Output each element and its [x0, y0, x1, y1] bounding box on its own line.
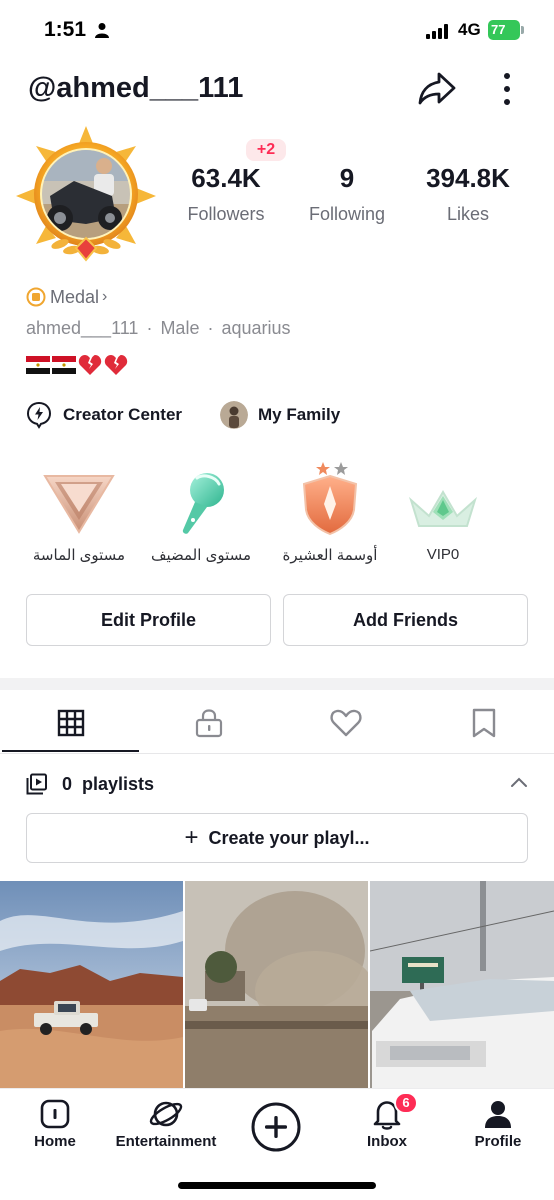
section-divider — [0, 678, 554, 690]
status-bar: 1:51 4G 77 — [0, 0, 554, 60]
profile-info: ahmed___111 · Male · aquarius — [26, 318, 291, 338]
followers-label: Followers — [187, 204, 265, 224]
more-options-icon[interactable] — [496, 70, 518, 108]
tab-private[interactable] — [140, 694, 278, 752]
active-tab-indicator — [2, 750, 139, 752]
profile-handle: ahmed___111 — [26, 318, 139, 338]
home-icon — [40, 1099, 70, 1129]
microphone-level-icon — [182, 473, 224, 534]
avatar[interactable] — [16, 126, 156, 266]
egypt-flag-icon — [52, 356, 76, 374]
profile-username: @ahmed___111 — [28, 72, 244, 104]
my-family-link[interactable]: My Family — [220, 400, 340, 430]
battery-icon: 77 — [488, 20, 524, 40]
creator-center-label: Creator Center — [63, 405, 183, 424]
vip-crown-icon — [408, 490, 478, 527]
share-icon[interactable] — [417, 70, 457, 106]
vip-level-label: VIP0 — [426, 546, 460, 563]
profile-zodiac: aquarius — [221, 318, 291, 338]
create-button[interactable] — [248, 1101, 304, 1153]
playlists-count: 0 — [62, 773, 73, 794]
bookmark-icon — [472, 708, 496, 738]
likes-label: Likes — [446, 204, 490, 224]
nav-inbox-label: Inbox — [367, 1133, 407, 1150]
clan-badges-label: أوسمة العشيرة — [282, 547, 378, 564]
following-count: 9 — [339, 163, 355, 193]
signal-icon — [426, 24, 448, 39]
inbox-badge: 6 — [394, 1092, 418, 1114]
nav-home[interactable]: Home — [20, 1097, 90, 1150]
video-thumbnail[interactable] — [370, 881, 554, 1088]
diamond-level-badge[interactable]: مستوى الماسة — [14, 470, 144, 564]
broken-heart-icon — [104, 355, 128, 375]
broken-heart-icon — [78, 355, 102, 375]
diamond-level-label: مستوى الماسة — [32, 547, 126, 564]
plus-icon: + — [184, 824, 199, 851]
plus-circle-icon — [251, 1102, 301, 1152]
nav-inbox[interactable]: 6 Inbox — [352, 1092, 422, 1150]
playlists-header[interactable]: 0 playlists — [26, 770, 528, 798]
profile-tabs — [0, 694, 554, 754]
network-type: 4G — [458, 20, 481, 39]
chevron-up-icon[interactable] — [510, 774, 528, 792]
edit-profile-button[interactable]: Edit Profile — [26, 594, 271, 646]
vip-level-badge[interactable]: VIP0 — [378, 470, 508, 563]
my-family-label: My Family — [258, 405, 341, 424]
likes-stat[interactable]: 394.8K Likes — [408, 162, 528, 225]
clan-shield-icon — [302, 462, 358, 536]
host-level-label: مستوى المضيف — [150, 547, 252, 564]
tab-videos[interactable] — [2, 694, 140, 752]
nav-entertainment-label: Entertainment — [115, 1133, 217, 1150]
profile-icon — [485, 1101, 511, 1128]
person-icon — [95, 23, 109, 38]
following-label: Following — [308, 204, 386, 224]
tab-liked[interactable] — [277, 694, 415, 752]
home-indicator — [178, 1182, 376, 1189]
nav-profile-label: Profile — [474, 1133, 522, 1150]
lock-icon — [195, 709, 223, 738]
battery-level: 77 — [491, 22, 506, 37]
planet-icon — [149, 1101, 183, 1127]
clan-badges[interactable]: أوسمة العشيرة — [265, 462, 395, 564]
tab-saved[interactable] — [415, 694, 553, 752]
followers-stat[interactable]: 63.4K Followers — [176, 162, 276, 225]
profile-gender: Male — [160, 318, 200, 338]
playlists-label: playlists — [82, 773, 155, 794]
video-thumbnail[interactable] — [0, 881, 183, 1088]
status-time: 1:51 — [44, 18, 87, 41]
nav-profile[interactable]: Profile — [463, 1097, 533, 1150]
grid-icon — [57, 709, 85, 737]
medal-label: Medal — [50, 286, 100, 307]
playlist-icon — [26, 773, 47, 795]
new-followers-badge: +2 — [246, 139, 286, 161]
medal-link[interactable]: Medal › — [26, 285, 107, 309]
create-playlist-button[interactable]: + Create your playl... — [26, 813, 528, 863]
diamond-level-icon — [43, 475, 115, 534]
nav-entertainment[interactable]: Entertainment — [106, 1097, 226, 1150]
video-thumbnail[interactable] — [185, 881, 368, 1088]
likes-count: 394.8K — [426, 163, 510, 193]
followers-count: 63.4K — [191, 163, 261, 193]
host-level-badge[interactable]: مستوى المضيف — [136, 470, 266, 564]
following-stat[interactable]: 9 Following — [297, 162, 397, 225]
add-friends-button[interactable]: Add Friends — [283, 594, 528, 646]
creator-lightning-icon — [26, 401, 52, 429]
creator-center-link[interactable]: Creator Center — [26, 400, 182, 430]
create-playlist-label: Create your playl... — [208, 827, 370, 848]
heart-icon — [330, 709, 362, 737]
profile-bio — [26, 352, 128, 378]
medal-icon — [26, 287, 46, 307]
family-avatar — [220, 401, 248, 429]
egypt-flag-icon — [26, 356, 50, 374]
chevron-right-icon: › — [102, 288, 108, 305]
nav-home-label: Home — [34, 1133, 76, 1150]
